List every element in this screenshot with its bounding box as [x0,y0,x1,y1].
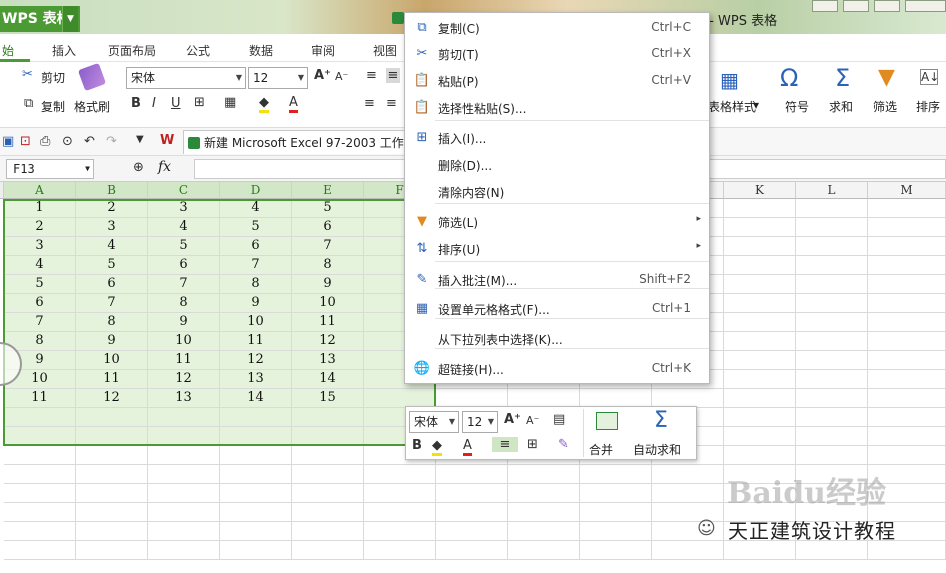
mini-format-painter-icon[interactable]: ✎ [558,437,569,452]
context-menu: ⧉ 复制(C) Ctrl+C ✂ 剪切(T) Ctrl+X 📋 粘贴(P) Ctrl+V 📋 选择性… [404,12,710,384]
menu-item[interactable]: 📋 粘贴(P) Ctrl+V [405,68,709,94]
mini-font-name-value: 宋体 [414,415,439,429]
comment-icon: ✎ [416,272,428,287]
wrap-icon[interactable]: ▤ [553,412,565,427]
menu-item[interactable]: ✎ 插入批注(M)... Shift+F2 [405,267,709,293]
menu-item-label: 设置单元格格式(F)... [438,303,550,317]
menu-item[interactable]: ▼ 筛选(L) ▸ [405,209,709,235]
menu-separator [435,120,709,121]
menu-separator [435,288,709,289]
autosum-button[interactable]: 自动求和 [633,441,681,458]
menu-separator [435,318,709,319]
mini-font-name-select[interactable]: 宋体 ▼ [409,411,459,433]
paste-special-icon: 📋 [413,100,431,115]
menu-item-shortcut: Ctrl+X [651,46,691,60]
menu-item-label: 超链接(H)... [438,363,504,377]
format-cells-icon: ▦ [415,301,429,316]
menu-item-label: 删除(D)... [438,159,493,173]
menu-item-label: 清除内容(N) [438,186,505,200]
mini-bold-button[interactable]: B [412,438,422,453]
mini-font-size-value: 12 [467,415,483,429]
filter-icon: ▼ [417,214,427,229]
mini-fill-color-icon[interactable]: ◆ [432,438,442,456]
menu-item[interactable]: ✂ 剪切(T) Ctrl+X [405,41,709,67]
menu-item[interactable]: 清除内容(N) [405,179,709,205]
wechat-icon: ☺ [697,518,716,539]
menu-separator [435,348,709,349]
menu-item-shortcut: Ctrl+1 [651,301,691,315]
menu-item-shortcut: Shift+F2 [639,272,691,286]
menu-item[interactable]: 📋 选择性粘贴(S)... [405,95,709,121]
menu-item-label: 剪切(T) [438,48,479,62]
menu-item[interactable]: ⇅ 排序(U) ▸ [405,236,709,262]
insert-icon: ⊞ [416,130,428,145]
mini-font-color-icon[interactable]: A [463,438,472,456]
menu-separator [435,203,709,204]
copy-icon: ⧉ [417,20,427,35]
sort-icon: ⇅ [416,241,428,256]
chevron-down-icon: ▼ [448,417,455,426]
menu-item-label: 排序(U) [438,243,481,257]
baidu-watermark: Baidu经验 [727,476,886,511]
menu-item-label: 插入(I)... [438,132,487,146]
chevron-right-icon: ▸ [696,214,701,224]
mini-font-size-select[interactable]: 12 ▼ [462,411,498,433]
mini-border-icon[interactable]: ⊞ [527,437,538,452]
merge-button[interactable]: 合并 [589,441,613,458]
chevron-down-icon: ▼ [487,417,494,426]
wps-spreadsheet-window: WPS 表格 ▼ ] - WPS 表格 始 插入 页面布局 公式 数据 审阅 视… [0,0,946,573]
scissors-icon: ✂ [416,46,428,61]
menu-item[interactable]: 🌐 超链接(H)... Ctrl+K [405,356,709,382]
menu-item-label: 从下拉列表中选择(K)... [438,333,563,347]
menu-item-label: 选择性粘贴(S)... [438,102,527,116]
menu-item[interactable]: ⧉ 复制(C) Ctrl+C [405,15,709,41]
menu-item-label: 插入批注(M)... [438,274,518,288]
shrink-font-icon[interactable]: A⁻ [526,414,539,427]
menu-item-shortcut: Ctrl+K [651,361,691,375]
menu-separator [435,261,709,262]
menu-item-shortcut: Ctrl+C [651,20,691,34]
menu-item-label: 复制(C) [438,22,480,36]
merge-icon [596,412,618,430]
mini-toolbar: 宋体 ▼ 12 ▼ A⁺ A⁻ ▤ B ◆ A ≡ ⊞ ✎ 合并 Σ 自动求和 [405,406,697,460]
mini-align-center-icon[interactable]: ≡ [492,437,518,452]
chevron-right-icon: ▸ [696,241,701,251]
sigma-icon: Σ [654,408,668,433]
channel-watermark: 天正建筑设计教程 [728,519,896,543]
hyperlink-icon: 🌐 [413,361,431,376]
paste-icon: 📋 [413,73,431,88]
menu-item-shortcut: Ctrl+V [651,73,691,87]
divider [583,409,584,457]
menu-item[interactable]: ⊞ 插入(I)... [405,125,709,151]
menu-item[interactable]: 删除(D)... [405,152,709,178]
menu-item-label: 筛选(L) [438,216,479,230]
menu-item-label: 粘贴(P) [438,75,479,89]
grow-font-icon[interactable]: A⁺ [504,412,521,427]
